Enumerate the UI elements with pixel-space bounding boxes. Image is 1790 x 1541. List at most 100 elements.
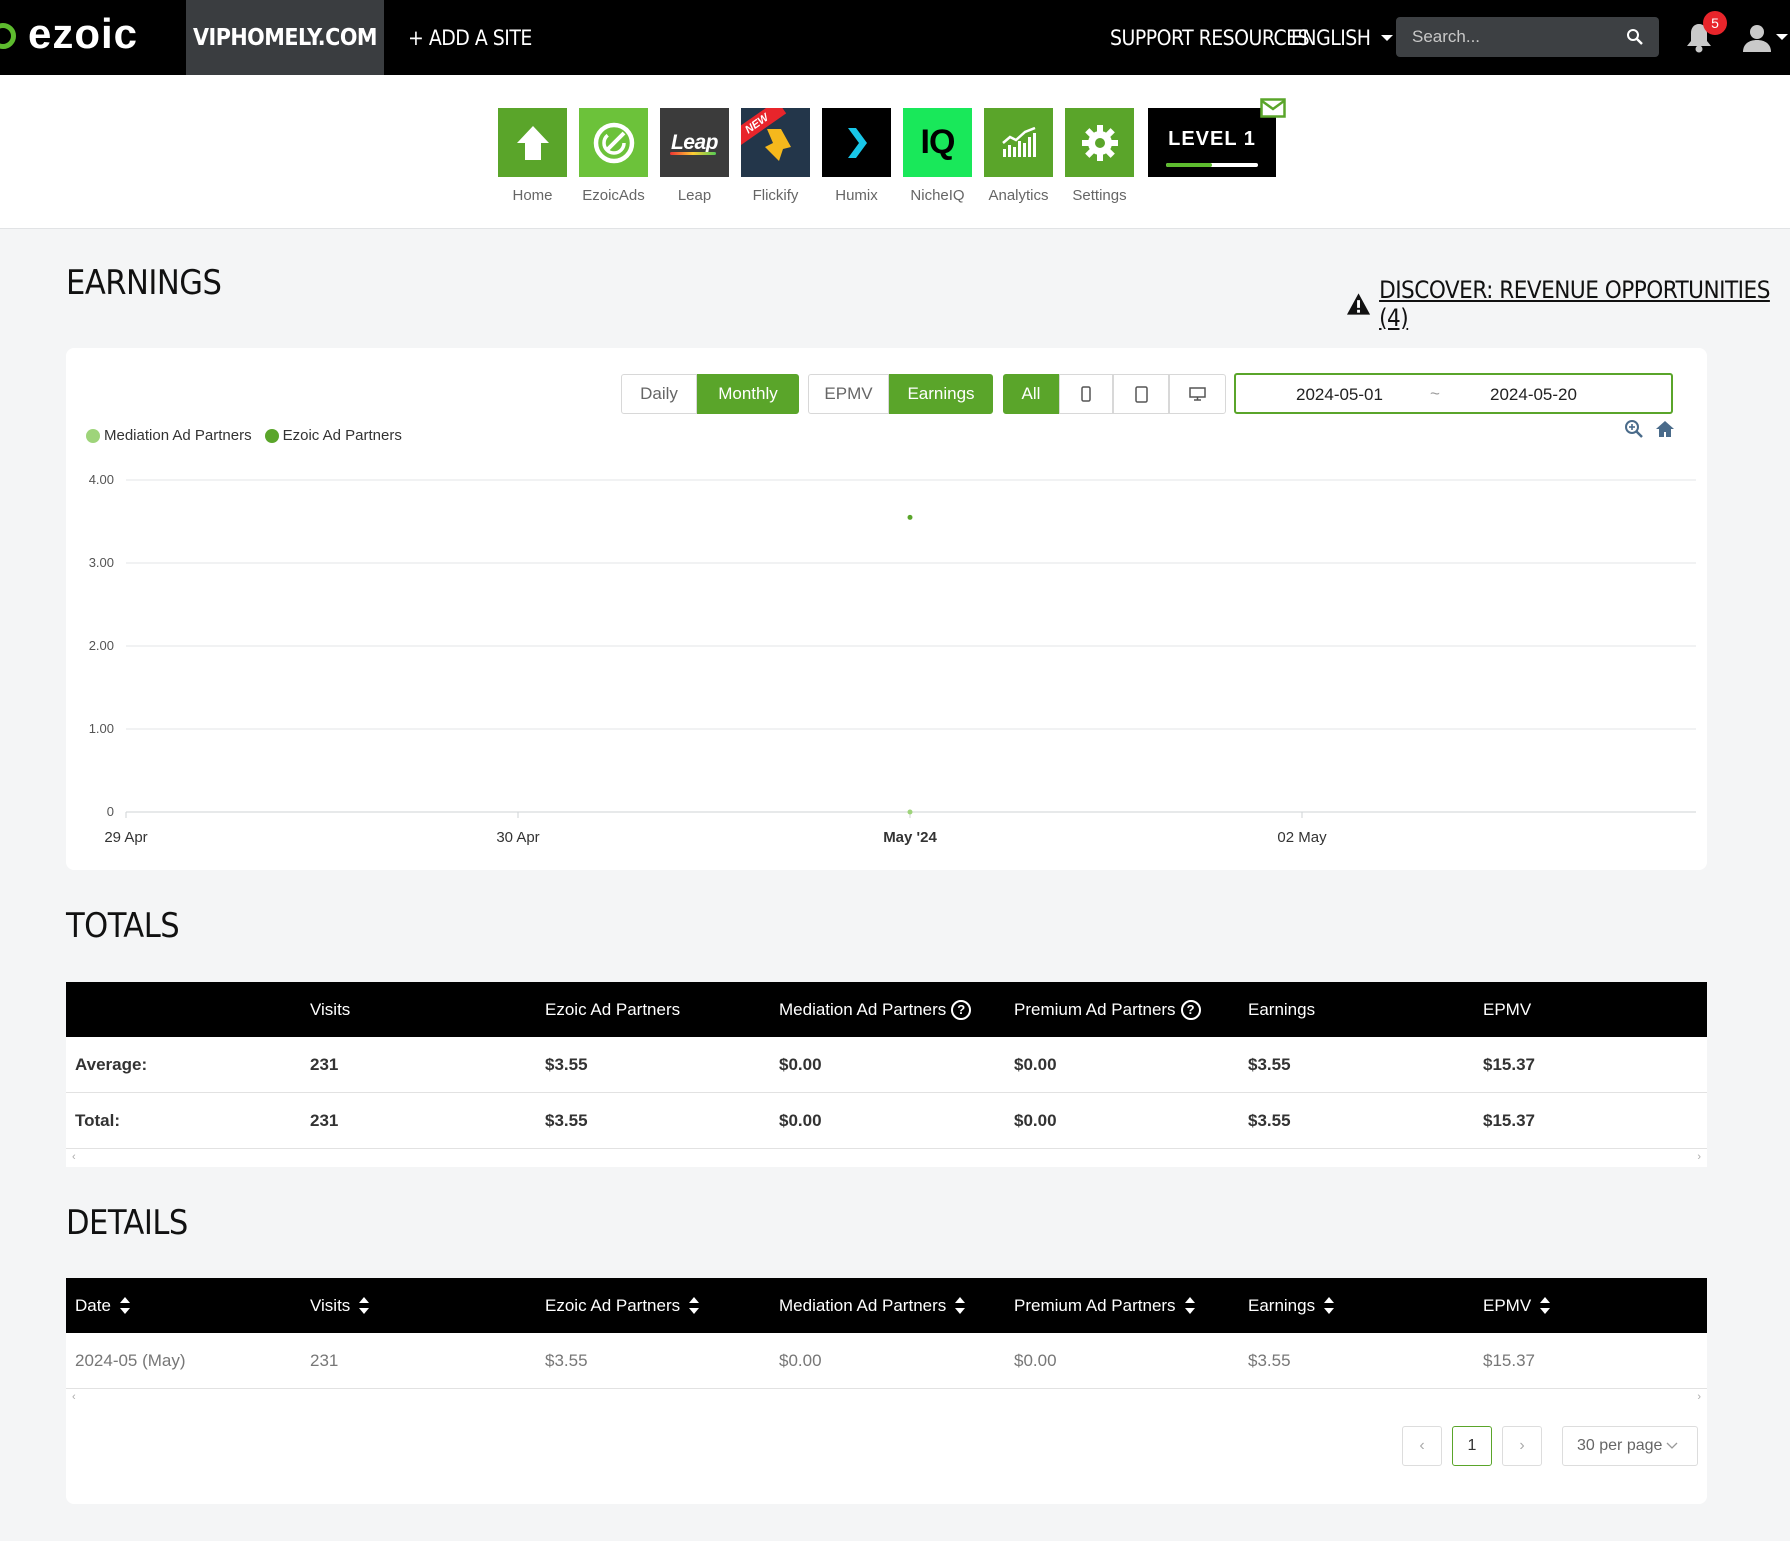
totals-col-visits: Visits <box>310 999 351 1019</box>
table-cell: $3.55 <box>1248 1111 1291 1130</box>
details-col-earnings[interactable]: Earnings <box>1248 1278 1335 1333</box>
per-page-select[interactable]: 30 per page <box>1562 1426 1698 1466</box>
totals-row-total: Total: 231 $3.55 $0.00 $0.00 $3.55 $15.3… <box>66 1093 1707 1149</box>
sort-arrows-icon[interactable] <box>689 1296 700 1316</box>
scroll-right-icon[interactable]: › <box>1697 1151 1701 1163</box>
table-cell: 231 <box>310 1351 339 1370</box>
next-page-button[interactable]: › <box>1502 1426 1542 1466</box>
help-question-icon[interactable]: ? <box>951 999 972 1020</box>
user-avatar-icon[interactable] <box>1742 24 1772 52</box>
search-input[interactable] <box>1396 17 1616 57</box>
prev-page-button[interactable]: ‹ <box>1402 1426 1442 1466</box>
add-site-link[interactable]: + ADD A SITE <box>408 0 532 75</box>
table-cell: $0.00 <box>779 1111 822 1130</box>
details-header-row: Date Visits Ezoic Ad Partners Mediation … <box>66 1278 1707 1333</box>
app-tile <box>984 108 1053 177</box>
discover-label: DISCOVER: REVENUE OPPORTUNITIES (4) <box>1379 276 1770 332</box>
totals-col-earnings: Earnings <box>1248 999 1316 1019</box>
language-dropdown[interactable]: ENGLISH <box>1291 0 1393 75</box>
app-leap[interactable]: Leap Leap <box>660 108 729 204</box>
app-tile: IQ <box>903 108 972 177</box>
discover-revenue-link[interactable]: DISCOVER: REVENUE OPPORTUNITIES (4) <box>1346 276 1790 332</box>
logo-mark-icon <box>0 23 16 49</box>
x-tick-label: 30 Apr <box>496 829 539 846</box>
sort-arrows-icon[interactable] <box>359 1296 370 1316</box>
y-tick-label: 0 <box>107 804 114 819</box>
search-icon[interactable] <box>1626 28 1643 45</box>
table-cell: 2024-05 (May) <box>75 1351 186 1370</box>
analytics-chart-icon <box>1001 126 1036 157</box>
table-cell: $0.00 <box>1014 1351 1057 1370</box>
y-tick-label: 2.00 <box>89 638 114 653</box>
level-progress-bar <box>1166 163 1258 167</box>
scroll-right-icon[interactable]: › <box>1697 1391 1701 1403</box>
support-resources-link[interactable]: SUPPORT RESOURCES <box>1110 0 1310 75</box>
app-tile: Leap <box>660 108 729 177</box>
col-label: Visits <box>310 1295 351 1315</box>
scroll-left-icon[interactable]: ‹ <box>72 1391 76 1403</box>
table-cell: $15.37 <box>1483 1111 1535 1130</box>
mail-envelope-icon[interactable] <box>1260 98 1286 118</box>
logo-text: ezoic <box>28 10 139 57</box>
sort-arrows-icon[interactable] <box>1540 1296 1551 1316</box>
notification-count-badge: 5 <box>1703 11 1727 35</box>
nicheiq-logo-text: IQ <box>920 123 956 161</box>
x-tick-label: May '24 <box>883 829 937 846</box>
user-menu-caret-icon[interactable] <box>1776 34 1788 40</box>
details-col-epmv[interactable]: EPMV <box>1483 1278 1551 1333</box>
horizontal-scrollbar[interactable]: ‹ › <box>66 1389 1707 1407</box>
top-navbar: ezoic VIPHOMELY.COM + ADD A SITE SUPPORT… <box>0 0 1790 75</box>
details-col-visits[interactable]: Visits <box>310 1278 370 1333</box>
y-tick-label: 1.00 <box>89 721 114 736</box>
totals-col-mediation: Mediation Ad Partners? <box>779 982 972 1037</box>
level-badge[interactable]: LEVEL 1 <box>1148 98 1286 177</box>
help-question-icon[interactable]: ? <box>1180 999 1201 1020</box>
app-analytics[interactable]: Analytics <box>984 108 1053 204</box>
sort-arrows-icon[interactable] <box>955 1296 966 1316</box>
details-table: Date Visits Ezoic Ad Partners Mediation … <box>66 1278 1707 1504</box>
details-col-mediation[interactable]: Mediation Ad Partners <box>779 1278 966 1333</box>
app-tile: NEW <box>741 108 810 177</box>
totals-col-premium: Premium Ad Partners? <box>1014 982 1201 1037</box>
table-cell: $0.00 <box>1014 1055 1057 1074</box>
ezoicads-gauge-icon <box>593 122 634 163</box>
details-section-title: DETAILS <box>66 1203 188 1243</box>
scroll-left-icon[interactable]: ‹ <box>72 1151 76 1163</box>
sort-arrows-icon[interactable] <box>119 1296 130 1316</box>
chevron-down-icon <box>1666 1442 1678 1449</box>
table-cell: $3.55 <box>1248 1351 1291 1370</box>
data-point-mediation <box>907 809 913 815</box>
table-cell: $0.00 <box>779 1351 822 1370</box>
ezoic-logo[interactable]: ezoic <box>0 0 186 75</box>
current-site-tab[interactable]: VIPHOMELY.COM <box>186 0 384 75</box>
totals-row-average: Average: 231 $3.55 $0.00 $0.00 $3.55 $15… <box>66 1037 1707 1093</box>
leap-logo-text: Leap <box>670 130 719 154</box>
home-icon <box>516 125 549 160</box>
app-ezoicads[interactable]: EzoicAds <box>579 108 648 204</box>
details-col-ezoic[interactable]: Ezoic Ad Partners <box>545 1278 700 1333</box>
col-label: Ezoic Ad Partners <box>545 1295 681 1315</box>
page-number-button[interactable]: 1 <box>1452 1426 1492 1466</box>
app-nicheiq[interactable]: IQ NicheIQ <box>903 108 972 204</box>
col-label: Mediation Ad Partners <box>779 1295 947 1315</box>
details-col-date[interactable]: Date <box>75 1278 130 1333</box>
app-home[interactable]: Home <box>498 108 567 204</box>
app-humix[interactable]: Humix <box>822 108 891 204</box>
sort-arrows-icon[interactable] <box>1324 1296 1335 1316</box>
table-cell: 231 <box>310 1111 339 1130</box>
table-cell: Average: <box>75 1055 148 1074</box>
horizontal-scrollbar[interactable]: ‹ › <box>66 1149 1707 1167</box>
table-cell: $3.55 <box>545 1351 588 1370</box>
sort-arrows-icon[interactable] <box>1184 1296 1195 1316</box>
table-cell: $3.55 <box>545 1111 588 1130</box>
table-cell: $0.00 <box>1014 1111 1057 1130</box>
details-col-premium[interactable]: Premium Ad Partners <box>1014 1278 1195 1333</box>
warning-triangle-icon <box>1346 293 1371 315</box>
app-settings[interactable]: Settings <box>1065 108 1134 204</box>
app-flickify[interactable]: NEW Flickify <box>741 108 810 204</box>
language-label: ENGLISH <box>1291 25 1371 50</box>
x-tick-label: 02 May <box>1277 829 1327 846</box>
col-label: Mediation Ad Partners <box>779 999 947 1019</box>
col-label: Date <box>75 1295 111 1315</box>
totals-table: Visits Ezoic Ad Partners Mediation Ad Pa… <box>66 982 1707 1167</box>
